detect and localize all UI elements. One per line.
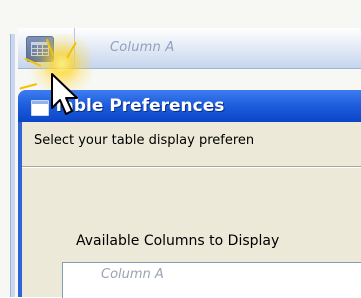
window-frame-left <box>10 34 15 297</box>
dialog-window-icon <box>31 100 49 116</box>
mouse-pointer-icon <box>51 73 78 115</box>
list-item[interactable]: Column A <box>101 267 164 282</box>
available-columns-list[interactable]: Column A <box>62 262 361 298</box>
column-header-label[interactable]: Column A <box>110 40 174 55</box>
available-columns-label: Available Columns to Display <box>76 233 280 249</box>
separator-highlight <box>22 167 361 168</box>
instructions-text: Select your table display preferen <box>34 133 255 148</box>
